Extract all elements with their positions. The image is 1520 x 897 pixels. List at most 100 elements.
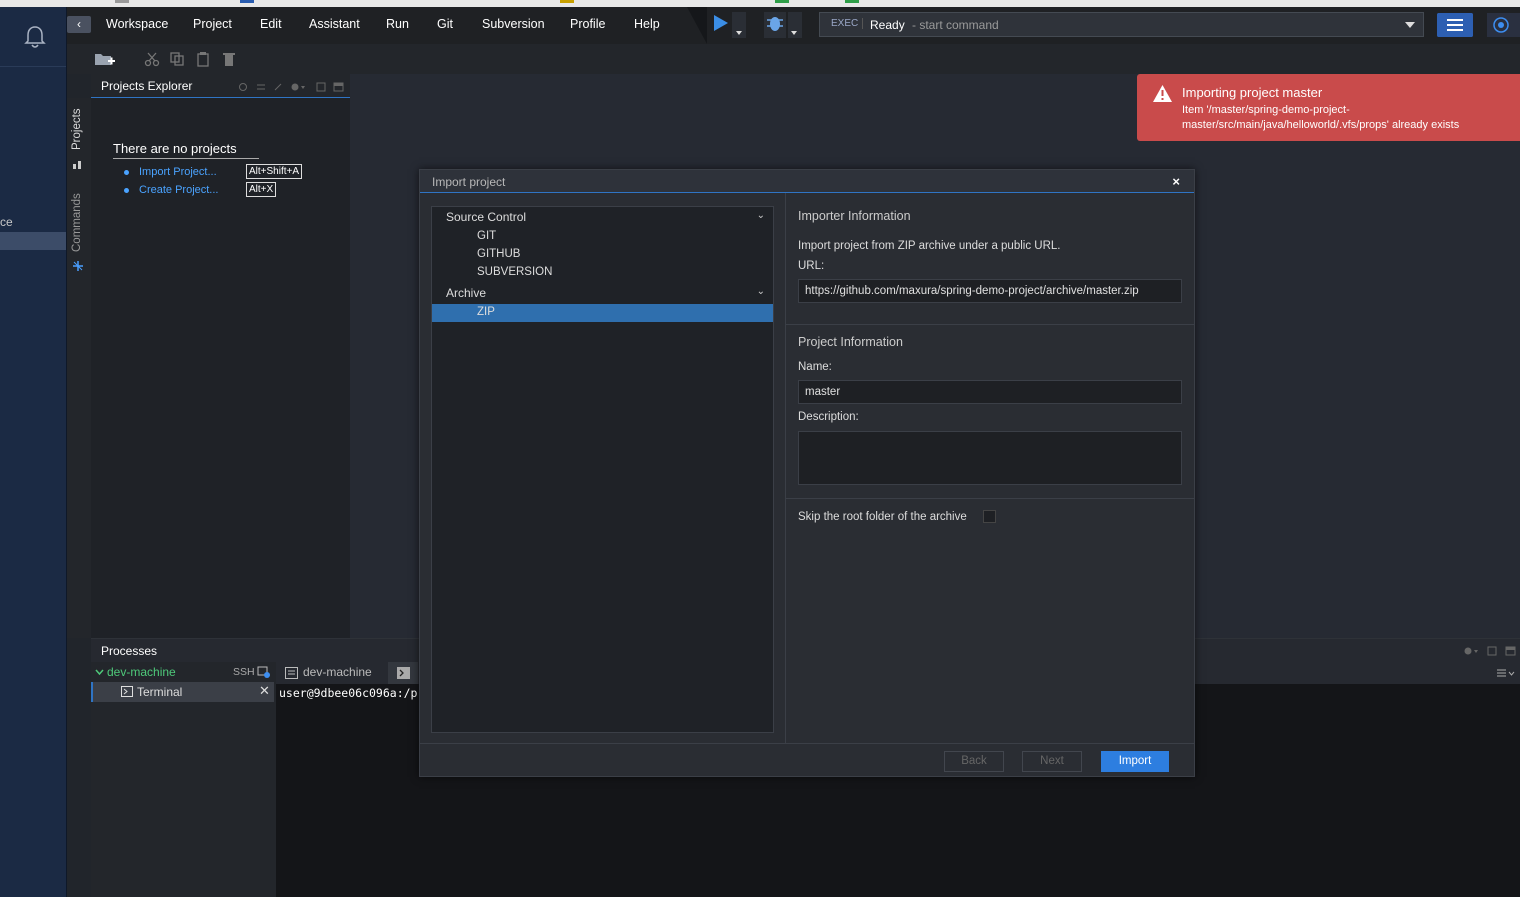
close-icon[interactable]: ×	[1172, 174, 1180, 189]
chevron-down-icon[interactable]: ⌄	[757, 210, 765, 221]
name-field[interactable]: master	[798, 380, 1182, 404]
importer-github[interactable]: GITHUB	[432, 246, 773, 264]
tab-commands[interactable]: Commands	[71, 193, 83, 252]
url-field[interactable]: https://github.com/maxura/spring-demo-pr…	[798, 279, 1182, 303]
paste-icon[interactable]	[195, 51, 211, 67]
side-tabs: Projects Commands	[67, 98, 91, 638]
projects-icon	[73, 161, 81, 169]
tab-dev-machine-label: dev-machine	[303, 665, 372, 679]
delete-icon[interactable]	[221, 51, 237, 67]
tab-dev-machine[interactable]: dev-machine	[276, 662, 388, 684]
description-field[interactable]	[798, 431, 1182, 485]
name-label: Name:	[798, 361, 832, 373]
processes-tree: dev-machine SSH Terminal ✕	[91, 662, 276, 897]
section-divider	[786, 324, 1194, 325]
category-label: Archive	[446, 286, 487, 300]
menu-help[interactable]: Help	[634, 17, 660, 31]
import-project-link[interactable]: Import Project...	[139, 166, 217, 178]
menubar: ‹ Workspace Project Edit Assistant Run G…	[67, 7, 1520, 44]
importer-list: Source Control ⌄ GIT GITHUB SUBVERSION A…	[431, 206, 774, 733]
terminal-icon	[121, 686, 133, 697]
project-info-title: Project Information	[798, 335, 903, 349]
importer-subversion[interactable]: SUBVERSION	[432, 264, 773, 282]
skip-root-label: Skip the root folder of the archive	[798, 511, 967, 523]
menu-project[interactable]: Project	[193, 17, 232, 31]
importer-label: ZIP	[477, 306, 495, 318]
next-button[interactable]: Next	[1022, 751, 1082, 772]
importer-zip[interactable]: ZIP	[432, 304, 773, 322]
chevron-down-icon[interactable]	[1405, 22, 1415, 28]
exec-status: Ready	[870, 18, 905, 32]
importer-git[interactable]: GIT	[432, 228, 773, 246]
back-button[interactable]: Back	[944, 751, 1004, 772]
ssh-label[interactable]: SSH	[233, 666, 255, 678]
bullet	[124, 188, 129, 193]
menu-workspace[interactable]: Workspace	[106, 17, 168, 31]
target-icon[interactable]	[1487, 13, 1520, 37]
new-folder-icon[interactable]	[94, 51, 116, 67]
sidebar-selected-item[interactable]	[0, 232, 66, 250]
error-notification[interactable]: Importing project master Item '/master/s…	[1137, 74, 1520, 141]
dialog-divider	[785, 193, 786, 743]
menu-git[interactable]: Git	[437, 17, 453, 31]
importer-label: GITHUB	[477, 248, 521, 260]
sidebar-divider	[0, 66, 66, 67]
chevron-down-icon[interactable]: ⌄	[757, 286, 765, 297]
console-line: user@9dbee06c096a:/pro	[279, 686, 432, 700]
importer-label: GIT	[477, 230, 497, 242]
notification-message: Item '/master/spring-demo-project-master…	[1182, 104, 1460, 131]
processes-panel-controls-icon[interactable]	[1462, 645, 1518, 657]
category-source-control[interactable]: Source Control ⌄	[432, 207, 773, 227]
list-icon[interactable]	[1437, 13, 1473, 37]
projects-explorer-body: There are no projects Import Project... …	[91, 98, 350, 638]
menu-icon[interactable]	[1496, 668, 1516, 678]
cut-icon[interactable]	[144, 51, 160, 67]
browser-bookmark-strip	[0, 0, 1520, 7]
create-project-link[interactable]: Create Project...	[139, 184, 218, 196]
import-button[interactable]: Import	[1101, 751, 1169, 772]
run-button[interactable]	[712, 12, 752, 38]
exec-tag: EXEC	[827, 18, 864, 29]
chevron-down-icon[interactable]	[95, 668, 104, 676]
copy-icon[interactable]	[169, 51, 185, 67]
category-label: Source Control	[446, 210, 527, 224]
dialog-header: Import project ×	[420, 170, 1194, 193]
notification-title: Importing project master	[1182, 85, 1323, 100]
machine-name[interactable]: dev-machine	[107, 665, 176, 679]
panel-controls-icon[interactable]	[237, 81, 345, 93]
menubar-divider	[687, 7, 707, 44]
menu-profile[interactable]: Profile	[570, 17, 605, 31]
menu-edit[interactable]: Edit	[260, 17, 282, 31]
terminal-process-row[interactable]	[91, 682, 274, 702]
url-label: URL:	[798, 260, 825, 272]
exec-hint: - start command	[912, 18, 999, 32]
terminal-icon	[397, 667, 410, 679]
empty-projects-text: There are no projects	[113, 141, 259, 159]
warning-icon	[1153, 85, 1172, 102]
projects-explorer-title: Projects Explorer	[101, 79, 193, 93]
importer-label: SUBVERSION	[477, 266, 553, 278]
import-project-dialog: Import project × Source Control ⌄ GIT GI…	[419, 169, 1195, 777]
bullet	[124, 170, 129, 175]
debug-button[interactable]	[764, 12, 804, 38]
new-terminal-icon[interactable]	[257, 666, 270, 678]
skip-root-checkbox[interactable]	[983, 510, 996, 523]
menu-run[interactable]: Run	[386, 17, 409, 31]
tab-terminal[interactable]	[388, 662, 418, 684]
close-icon[interactable]: ✕	[259, 683, 270, 699]
collapse-navbar-button[interactable]: ‹	[67, 16, 91, 33]
dashboard-sidebar: ce	[0, 7, 67, 897]
bell-icon[interactable]	[24, 25, 46, 49]
menu-subversion[interactable]: Subversion	[482, 17, 545, 31]
category-archive[interactable]: Archive ⌄	[432, 283, 773, 303]
tab-projects[interactable]: Projects	[71, 108, 83, 150]
menu-assistant[interactable]: Assistant	[309, 17, 360, 31]
command-selector[interactable]: EXEC Ready - start command	[819, 12, 1424, 37]
processes-title: Processes	[101, 644, 158, 658]
projects-explorer-header: Projects Explorer	[91, 74, 350, 98]
create-project-shortcut: Alt+X	[246, 182, 277, 197]
dialog-title: Import project	[432, 175, 506, 189]
editor-toolbar	[67, 44, 1520, 74]
document-icon	[285, 667, 298, 679]
sidebar-partial-label: ce	[0, 215, 13, 229]
